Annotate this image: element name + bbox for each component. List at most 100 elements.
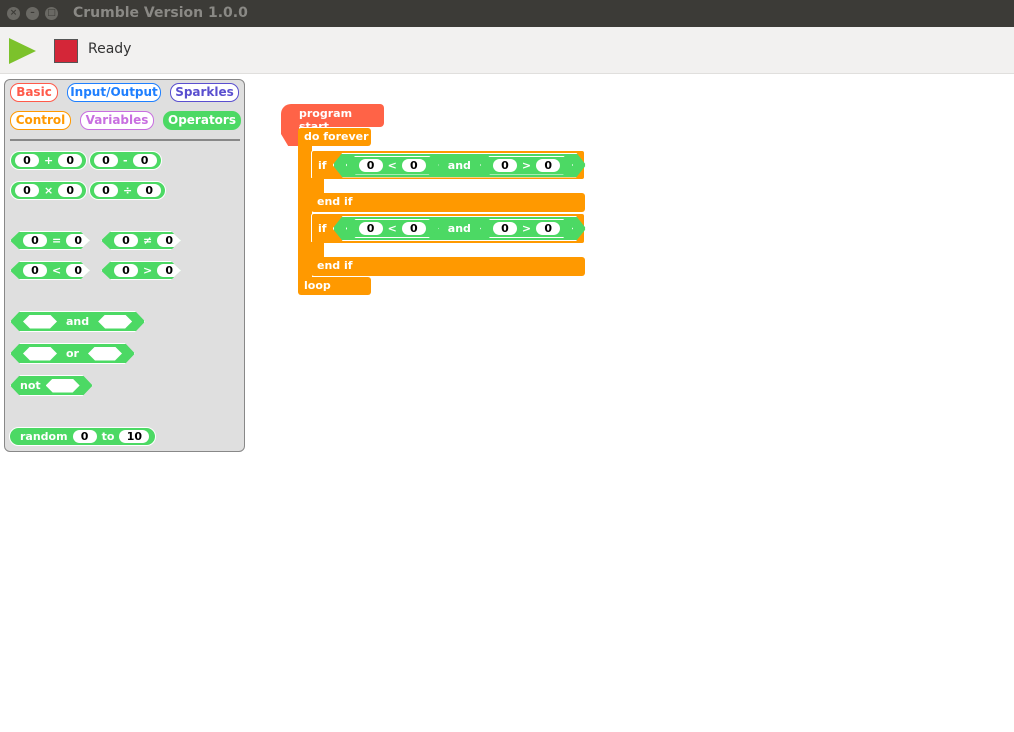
loop-block[interactable]: loop xyxy=(298,277,371,295)
operator: + xyxy=(44,154,54,167)
or-block[interactable]: or xyxy=(10,343,135,364)
then-label: then xyxy=(592,222,621,235)
value-slot[interactable]: 0 xyxy=(157,234,181,247)
category-basic[interactable]: Basic xyxy=(10,83,58,102)
category-control[interactable]: Control xyxy=(10,111,71,130)
less-than-condition[interactable]: 0 <0 xyxy=(346,156,439,175)
operator: × xyxy=(44,184,54,197)
and-block[interactable]: and xyxy=(10,311,145,332)
random-block[interactable]: random 0 to 10 xyxy=(9,427,157,446)
value-slot[interactable]: 0 xyxy=(72,430,97,443)
value-slot[interactable]: 0 xyxy=(493,222,517,235)
value-slot[interactable]: 0 xyxy=(493,159,517,172)
value-slot[interactable]: 0 xyxy=(402,222,426,235)
operator: - xyxy=(123,154,128,167)
end-if-label: end if xyxy=(317,259,353,272)
then-label: then xyxy=(592,158,621,172)
category-variables[interactable]: Variables xyxy=(80,111,154,130)
category-operators[interactable]: Operators xyxy=(163,111,241,130)
end-if-block[interactable]: end if xyxy=(311,193,585,212)
value-slot[interactable]: 0 xyxy=(58,154,83,167)
forever-c-bar xyxy=(298,140,312,285)
divider xyxy=(10,139,240,141)
boolean-slot[interactable] xyxy=(23,315,57,329)
hat-tail xyxy=(281,126,299,146)
end-if-label: end if xyxy=(317,195,353,208)
boolean-slot[interactable] xyxy=(46,379,80,393)
operator: ≠ xyxy=(143,234,153,247)
less-than-block[interactable]: 0 <0 xyxy=(10,261,90,280)
value-slot[interactable]: 0 xyxy=(23,234,47,247)
value-slot[interactable]: 0 xyxy=(536,222,560,235)
category-input-output[interactable]: Input/Output xyxy=(67,83,161,102)
category-sparkles[interactable]: Sparkles xyxy=(170,83,239,102)
boolean-slot[interactable] xyxy=(98,315,132,329)
and-label: and xyxy=(447,222,471,235)
operator: < xyxy=(387,158,397,172)
value-slot[interactable]: 0 xyxy=(15,184,39,197)
and-condition[interactable]: 0 <0 and 0 >0 xyxy=(333,153,587,178)
divide-block[interactable]: 0 ÷ 0 xyxy=(89,181,167,200)
and-condition[interactable]: 0 <0 and 0 >0 xyxy=(333,216,587,241)
random-label: random xyxy=(20,430,68,443)
operator: > xyxy=(143,264,153,277)
close-icon[interactable]: × xyxy=(7,7,20,20)
value-slot[interactable]: 0 xyxy=(66,234,90,247)
less-than-condition[interactable]: 0 <0 xyxy=(346,219,439,238)
if-block[interactable]: if 0 <0 and 0 >0 then xyxy=(311,213,621,244)
value-slot[interactable]: 0 xyxy=(132,154,157,167)
maximize-icon[interactable]: □ xyxy=(45,7,58,20)
if-label: if xyxy=(318,158,327,172)
greater-than-condition[interactable]: 0 >0 xyxy=(480,219,573,238)
operator: ÷ xyxy=(123,184,133,197)
to-label: to xyxy=(101,430,115,443)
operator: > xyxy=(521,158,532,172)
title-bar: × – □ Crumble Version 1.0.0 xyxy=(0,0,1014,27)
operator: > xyxy=(521,222,532,235)
not-label: not xyxy=(20,379,41,392)
not-block[interactable]: not xyxy=(10,375,93,396)
value-slot[interactable]: 0 xyxy=(137,184,162,197)
multiply-block[interactable]: 0 × 0 xyxy=(10,181,88,200)
boolean-slot[interactable] xyxy=(88,347,122,361)
value-slot[interactable]: 0 xyxy=(536,159,560,172)
operator: < xyxy=(52,264,62,277)
boolean-slot[interactable] xyxy=(23,347,57,361)
value-slot[interactable]: 0 xyxy=(66,264,90,277)
end-if-block[interactable]: end if xyxy=(311,257,585,276)
minimize-icon[interactable]: – xyxy=(26,7,39,20)
value-slot[interactable]: 0 xyxy=(15,154,39,167)
value-slot[interactable]: 0 xyxy=(359,159,383,172)
equals-block[interactable]: 0 = 0 xyxy=(10,231,90,250)
window-title: Crumble Version 1.0.0 xyxy=(73,5,248,21)
value-slot[interactable]: 0 xyxy=(157,264,181,277)
loop-label: loop xyxy=(304,279,331,292)
if-label: if xyxy=(318,222,327,235)
operator: < xyxy=(387,222,397,235)
value-slot[interactable]: 0 xyxy=(114,234,138,247)
stop-button[interactable] xyxy=(54,39,78,63)
value-slot[interactable]: 0 xyxy=(58,184,83,197)
value-slot[interactable]: 0 xyxy=(359,222,383,235)
value-slot[interactable]: 10 xyxy=(119,430,150,443)
value-slot[interactable]: 0 xyxy=(94,154,118,167)
subtract-block[interactable]: 0-0 xyxy=(89,151,162,170)
operator: = xyxy=(52,234,62,247)
value-slot[interactable]: 0 xyxy=(114,264,138,277)
greater-than-block[interactable]: 0 >0 xyxy=(101,261,181,280)
or-label: or xyxy=(66,347,79,360)
toolbar: Ready xyxy=(0,27,1014,74)
value-slot[interactable]: 0 xyxy=(23,264,47,277)
value-slot[interactable]: 0 xyxy=(402,159,426,172)
status-text: Ready xyxy=(88,41,132,57)
if-block[interactable]: if 0 <0 and 0 >0 then xyxy=(311,150,621,180)
and-label: and xyxy=(66,315,90,328)
greater-than-condition[interactable]: 0 >0 xyxy=(480,156,573,175)
do-forever-label: do forever xyxy=(304,130,369,143)
not-equals-block[interactable]: 0 ≠ 0 xyxy=(101,231,181,250)
add-block[interactable]: 0 +0 xyxy=(10,151,88,170)
value-slot[interactable]: 0 xyxy=(94,184,118,197)
block-palette: Basic Input/Output Sparkles Control Vari… xyxy=(4,79,245,452)
play-button[interactable] xyxy=(9,38,36,64)
program-start-block[interactable]: program start xyxy=(281,104,384,133)
